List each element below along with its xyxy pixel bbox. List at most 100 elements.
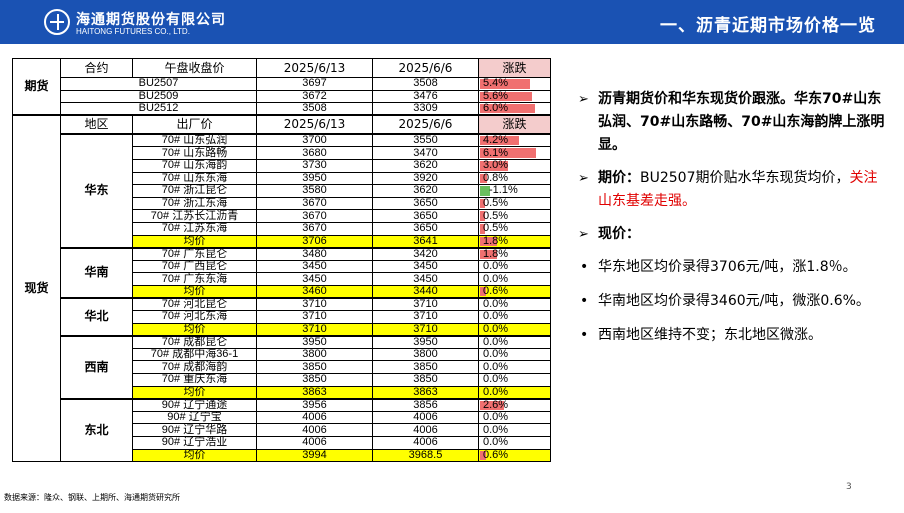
futures-header-row: 期货 合约 午盘收盘价 2025/6/13 2025/6/6 涨跌: [12, 58, 551, 116]
bullet-3-label: 现价：: [598, 226, 640, 242]
prior-price: 3856: [372, 397, 479, 412]
change-value: 0.0%: [483, 360, 509, 373]
price-table-body: 期货 合约 午盘收盘价 2025/6/13 2025/6/6 涨跌 BU2507 3697 35…: [12, 58, 551, 463]
change-value: 6.0%: [483, 102, 509, 115]
change-value: 1.8%: [483, 247, 509, 260]
average-current: 3460: [256, 284, 373, 299]
change-value: 0.0%: [483, 323, 509, 335]
change-cell: 0.0%: [478, 259, 551, 274]
prior-price: 3470: [372, 146, 479, 160]
current-price: 3670: [256, 196, 373, 211]
change-value: 0.0%: [483, 436, 509, 449]
futures-row: BU2507 3697 3508 5.4%: [13, 77, 551, 91]
contract-name: BU2507: [60, 77, 257, 91]
change-cell: 6.0%: [478, 102, 551, 116]
noon-price: 3697: [256, 77, 373, 91]
price-table-wrapper: 期货 合约 午盘收盘价 2025/6/13 2025/6/6 涨跌 BU2507 3697 35…: [12, 58, 551, 463]
spot-row: 华南 70# 广东昆仑 3480 3420 1.8%: [13, 246, 551, 299]
column-header: 地区: [60, 114, 133, 135]
current-price: 3850: [256, 360, 373, 375]
change-cell: 0.0%: [478, 373, 551, 387]
change-cell: 0.0%: [478, 347, 551, 362]
current-price: 3580: [256, 184, 373, 198]
average-label: 均价: [132, 448, 257, 463]
sub-bullet-1-text: 华东地区均价录得3706元/吨，涨1.8％。: [598, 259, 857, 275]
current-price: 3800: [256, 347, 373, 362]
change-cell: 0.0%: [478, 385, 551, 400]
logo-text-en: HAITONG FUTURES CO., LTD.: [76, 27, 190, 36]
prior-price: 3710: [372, 297, 479, 312]
bullet-point-1: ➢ 沥青期货价和华东现货价跟涨。华东70#山东弘润、70#山东路畅、70#山东海…: [578, 88, 888, 157]
current-price: 3710: [256, 297, 373, 312]
change-value: 5.4%: [483, 77, 509, 90]
plant-name: 70# 重庆东海: [132, 373, 257, 387]
change-cell: 0.0%: [478, 310, 551, 324]
plant-name: 70# 浙江东海: [132, 196, 257, 211]
plant-name: 70# 成都昆仑: [132, 334, 257, 349]
plant-name: 70# 江苏长江沥青: [132, 209, 257, 223]
current-price: 3710: [256, 310, 373, 324]
current-price: 4006: [256, 436, 373, 450]
spot-category-label: 现货: [12, 114, 61, 463]
page-title: 一、沥青近期市场价格一览: [660, 16, 876, 36]
region-label: 东北: [60, 397, 133, 463]
region-label: 西南: [60, 334, 133, 400]
change-value: 0.6%: [483, 449, 509, 461]
change-value: 0.5%: [483, 222, 509, 235]
arrow-bullet-icon: ➢: [578, 92, 589, 107]
contract-name: BU2509: [60, 89, 257, 104]
prior-price: 3450: [372, 272, 479, 286]
change-cell: 0.0%: [478, 436, 551, 450]
current-price: 3670: [256, 209, 373, 223]
change-value: 0.5%: [483, 197, 509, 210]
change-value: 0.0%: [483, 272, 509, 285]
average-label: 均价: [132, 385, 257, 400]
prior-price: 3508: [372, 77, 479, 91]
region-label: 华东: [60, 133, 133, 249]
prior-price: 4006: [372, 436, 479, 450]
current-price: 3956: [256, 397, 373, 412]
change-cell: 0.5%: [478, 221, 551, 236]
prior-price: 3650: [372, 209, 479, 223]
change-cell: 2.6%: [478, 397, 551, 412]
change-value: 6.1%: [483, 146, 509, 159]
column-header: 午盘收盘价: [132, 58, 257, 78]
change-cell: 0.6%: [478, 448, 551, 463]
plant-name: 90# 辽宁华路: [132, 423, 257, 438]
change-value: 1.8%: [483, 235, 509, 247]
prior-price: 3550: [372, 133, 479, 148]
current-price: 3480: [256, 246, 373, 261]
change-value: -1.1%: [489, 184, 518, 197]
prior-price: 3450: [372, 259, 479, 274]
change-cell: 0.5%: [478, 196, 551, 211]
change-value: 3.0%: [483, 159, 509, 172]
prior-price: 3800: [372, 347, 479, 362]
prior-price: 3650: [372, 196, 479, 211]
price-table: 期货 合约 午盘收盘价 2025/6/13 2025/6/6 涨跌 BU2507 3697 35…: [12, 58, 551, 463]
prior-price: 3920: [372, 171, 479, 186]
plant-name: 70# 成都中海36-1: [132, 347, 257, 362]
current-price: 3450: [256, 272, 373, 286]
bullet-point-2: ➢ 期价：BU2507期价贴水华东现货均价，关注山东基差走强。: [578, 167, 888, 213]
change-value: 2.6%: [483, 398, 509, 411]
change-value: 0.0%: [483, 348, 509, 361]
futures-row: BU2509 3672 3476 5.6%: [13, 89, 551, 104]
prior-price: 3950: [372, 334, 479, 349]
column-header: 出厂价: [132, 114, 257, 135]
data-source-note: 数据来源：隆众、钢联、上期所、海通期货研究所: [4, 493, 180, 502]
prior-price: 4006: [372, 410, 479, 425]
current-price: 4006: [256, 410, 373, 425]
average-current: 3706: [256, 234, 373, 249]
sub-bullet-2: • 华南地区均价录得3460元/吨，微涨0.6%。: [578, 290, 888, 313]
change-value: 0.8%: [483, 172, 509, 184]
plant-name: 70# 浙江昆仑: [132, 184, 257, 198]
column-header: 涨跌: [478, 58, 551, 78]
commentary-panel: ➢ 沥青期货价和华东现货价跟涨。华东70#山东弘润、70#山东路畅、70#山东海…: [578, 88, 888, 358]
average-current: 3863: [256, 385, 373, 400]
plant-name: 70# 山东东海: [132, 171, 257, 186]
change-value: 4.2%: [483, 134, 509, 147]
futures-category-label: 期货: [12, 58, 61, 116]
change-value: 0.0%: [483, 310, 509, 323]
change-cell: 0.0%: [478, 297, 551, 312]
logo-text-cn: 海通期货股份有限公司: [76, 12, 226, 28]
